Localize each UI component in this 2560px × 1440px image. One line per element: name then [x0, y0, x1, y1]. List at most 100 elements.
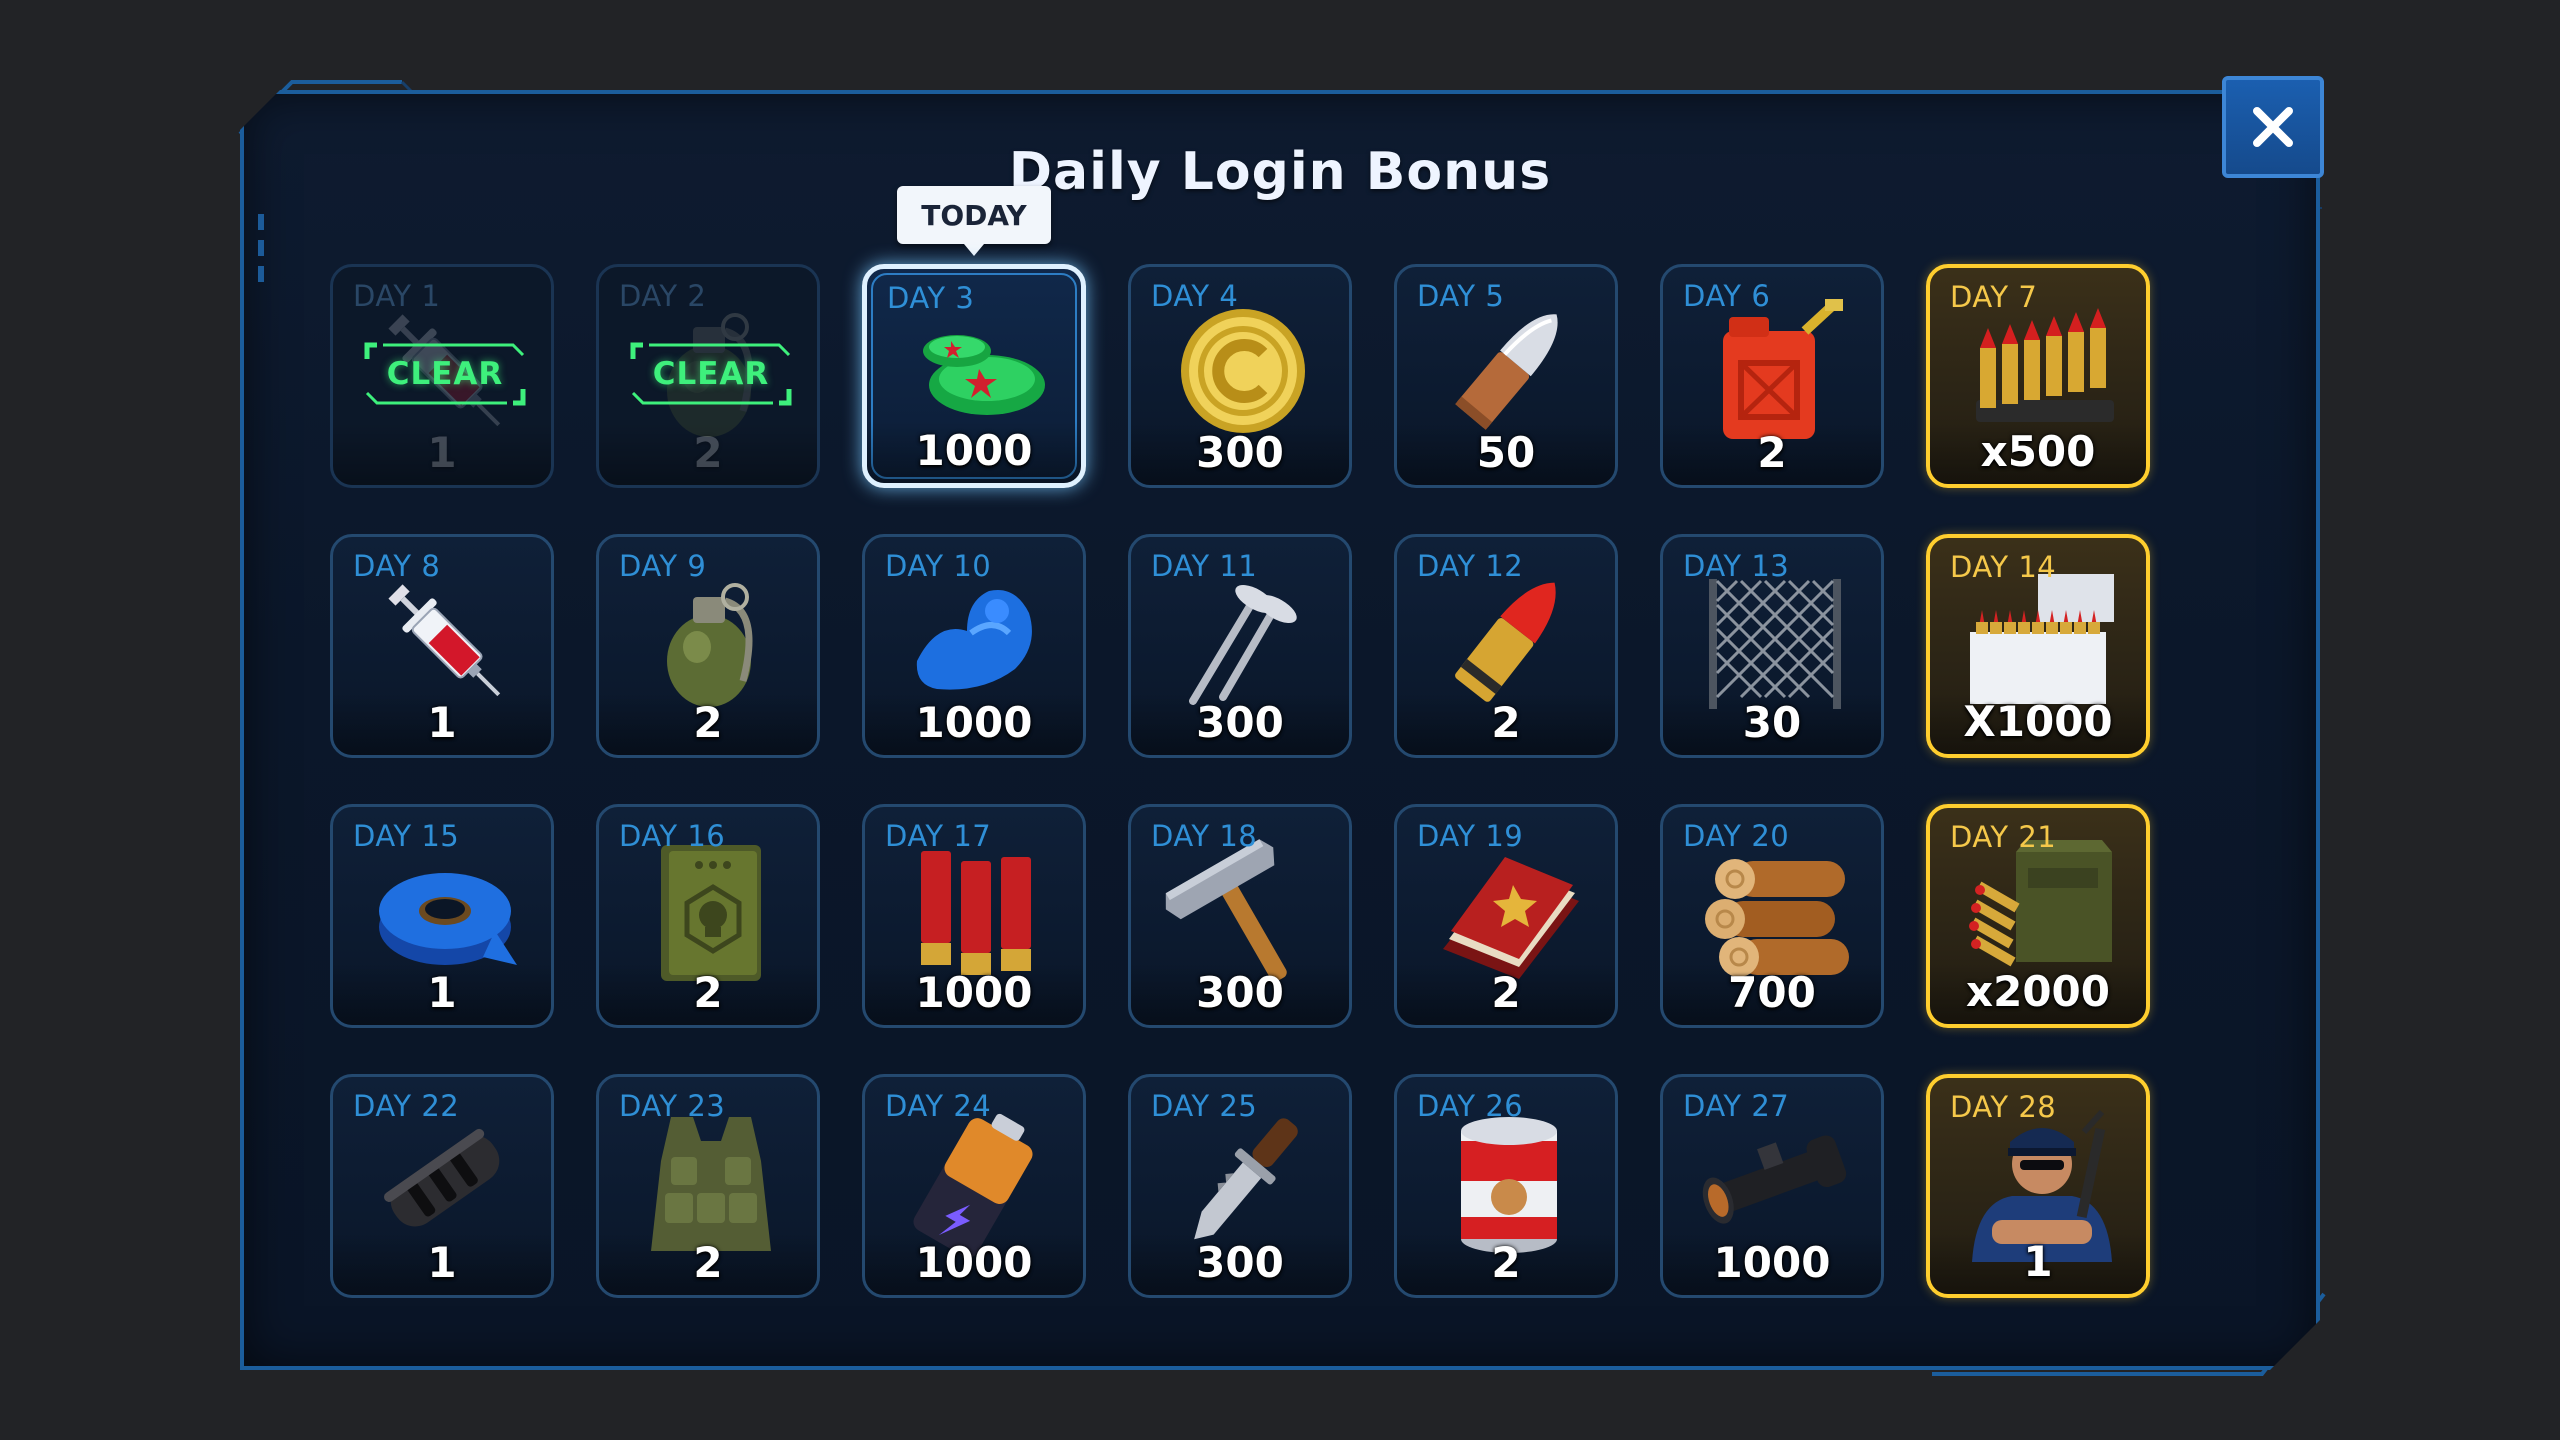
reward-tile[interactable]: DAY 17 1000 [862, 804, 1086, 1028]
day-label: DAY 9 [619, 549, 707, 583]
day-label: DAY 21 [1950, 820, 2057, 854]
reward-tile[interactable]: DAY 8 1 [330, 534, 554, 758]
muzzle-brake-icon [365, 1101, 525, 1261]
clear-label: CLEAR [386, 356, 504, 392]
day-label: DAY 8 [353, 549, 441, 583]
side-dash-decoration [258, 266, 264, 282]
reward-tile[interactable]: DAY 13 30 [1660, 534, 1884, 758]
combat-knife-icon [1163, 1101, 1323, 1261]
reward-tile[interactable]: DAY 4 300 [1128, 264, 1352, 488]
clear-stamp: CLEAR [363, 341, 527, 407]
reward-quantity: 1000 [915, 968, 1033, 1017]
reward-quantity: 300 [1196, 968, 1284, 1017]
gold-coin-icon [1163, 291, 1323, 451]
close-icon [2253, 107, 2293, 147]
reward-quantity: 1 [427, 698, 457, 747]
reward-quantity: x500 [1980, 427, 2096, 476]
reward-quantity: 1000 [1713, 1238, 1831, 1287]
reward-tile[interactable]: DAY 6 2 [1660, 264, 1884, 488]
reward-quantity: 50 [1476, 428, 1536, 477]
red-tip-bullet-icon [1429, 561, 1589, 721]
day-label: DAY 15 [353, 819, 460, 853]
reward-tile[interactable]: DAY 20 700 [1660, 804, 1884, 1028]
tape-roll-icon [365, 831, 525, 991]
reward-quantity: 1 [427, 968, 457, 1017]
grenade-icon [631, 561, 791, 721]
reward-quantity: 2 [693, 428, 723, 477]
reward-tile[interactable]: DAY 24 1000 [862, 1074, 1086, 1298]
side-dash-decoration [258, 214, 264, 230]
reward-tile[interactable]: DAY 27 1000 [1660, 1074, 1884, 1298]
nails-icon [1163, 561, 1323, 721]
reward-quantity: X1000 [1963, 697, 2113, 746]
reward-tile[interactable]: DAY 2 2 CLEAR [596, 264, 820, 488]
page-title: Daily Login Bonus [1008, 142, 1552, 202]
day-label: DAY 24 [885, 1089, 992, 1123]
day-label: DAY 7 [1950, 280, 2038, 314]
reward-tile[interactable]: DAY 5 50 [1394, 264, 1618, 488]
reward-quantity: 1 [2023, 1237, 2053, 1286]
reward-quantity: 300 [1196, 698, 1284, 747]
day-label: DAY 23 [619, 1089, 726, 1123]
day-label: DAY 16 [619, 819, 726, 853]
syringe-icon [365, 561, 525, 721]
reward-tile[interactable]: DAY 3 1000 [862, 264, 1086, 488]
canned-food-icon [1429, 1101, 1589, 1261]
reward-tile[interactable]: DAY 19 2 [1394, 804, 1618, 1028]
red-book-icon [1429, 831, 1589, 991]
day-label: DAY 28 [1950, 1090, 2057, 1124]
reward-quantity: 1 [427, 428, 457, 477]
day-label: DAY 4 [1151, 279, 1239, 313]
reward-tile[interactable]: DAY 26 2 [1394, 1074, 1618, 1298]
reward-tile[interactable]: DAY 9 2 [596, 534, 820, 758]
day-label: DAY 27 [1683, 1089, 1790, 1123]
reward-tile[interactable]: DAY 21 x2000 [1926, 804, 2150, 1028]
reward-tile[interactable]: DAY 10 1000 [862, 534, 1086, 758]
battery-icon [897, 1101, 1057, 1261]
reward-quantity: 2 [1491, 698, 1521, 747]
day-label: DAY 19 [1417, 819, 1524, 853]
reward-tile[interactable]: DAY 12 2 [1394, 534, 1618, 758]
side-dash-decoration [258, 240, 264, 256]
reward-tile[interactable]: DAY 14 X1000 [1926, 534, 2150, 758]
reward-quantity: 2 [693, 1238, 723, 1287]
reward-tile[interactable]: DAY 15 1 [330, 804, 554, 1028]
day-label: DAY 20 [1683, 819, 1790, 853]
reward-tile[interactable]: DAY 11 300 [1128, 534, 1352, 758]
day-label: DAY 25 [1151, 1089, 1258, 1123]
reward-tile[interactable]: DAY 28 1 [1926, 1074, 2150, 1298]
reward-quantity: 300 [1196, 1238, 1284, 1287]
reward-quantity: 1000 [915, 698, 1033, 747]
reward-quantity: 1 [427, 1238, 457, 1287]
reward-quantity: 2 [693, 968, 723, 1017]
close-button[interactable] [2222, 76, 2324, 178]
reward-quantity: 700 [1728, 968, 1816, 1017]
day-label: DAY 12 [1417, 549, 1524, 583]
flexed-arm-icon [897, 561, 1057, 721]
reward-tile[interactable]: DAY 25 300 [1128, 1074, 1352, 1298]
clear-label: CLEAR [652, 356, 770, 392]
day-label: DAY 13 [1683, 549, 1790, 583]
reward-quantity: 1000 [915, 1238, 1033, 1287]
day-label: DAY 11 [1151, 549, 1258, 583]
reward-quantity: 2 [1757, 428, 1787, 477]
reward-tile[interactable]: DAY 18 300 [1128, 804, 1352, 1028]
rifle-scope-icon [1695, 1101, 1855, 1261]
reward-tile[interactable]: DAY 7 x500 [1926, 264, 2150, 488]
reward-quantity: 2 [1491, 968, 1521, 1017]
reward-tile[interactable]: DAY 22 1 [330, 1074, 554, 1298]
day-label: DAY 14 [1950, 550, 2057, 584]
reward-tile[interactable]: DAY 23 2 [596, 1074, 820, 1298]
fuel-canister-icon [1695, 291, 1855, 451]
wood-logs-icon [1695, 831, 1855, 991]
fence-net-icon [1695, 561, 1855, 721]
tactical-vest-icon [631, 1101, 791, 1261]
reward-quantity: 30 [1742, 698, 1802, 747]
reward-tile[interactable]: DAY 16 2 [596, 804, 820, 1028]
day-label: DAY 26 [1417, 1089, 1524, 1123]
day-label: DAY 18 [1151, 819, 1258, 853]
reward-tile[interactable]: DAY 1 1 CLEAR [330, 264, 554, 488]
day-label: DAY 22 [353, 1089, 460, 1123]
day-label: DAY 3 [887, 281, 975, 315]
hammer-icon [1163, 831, 1323, 991]
